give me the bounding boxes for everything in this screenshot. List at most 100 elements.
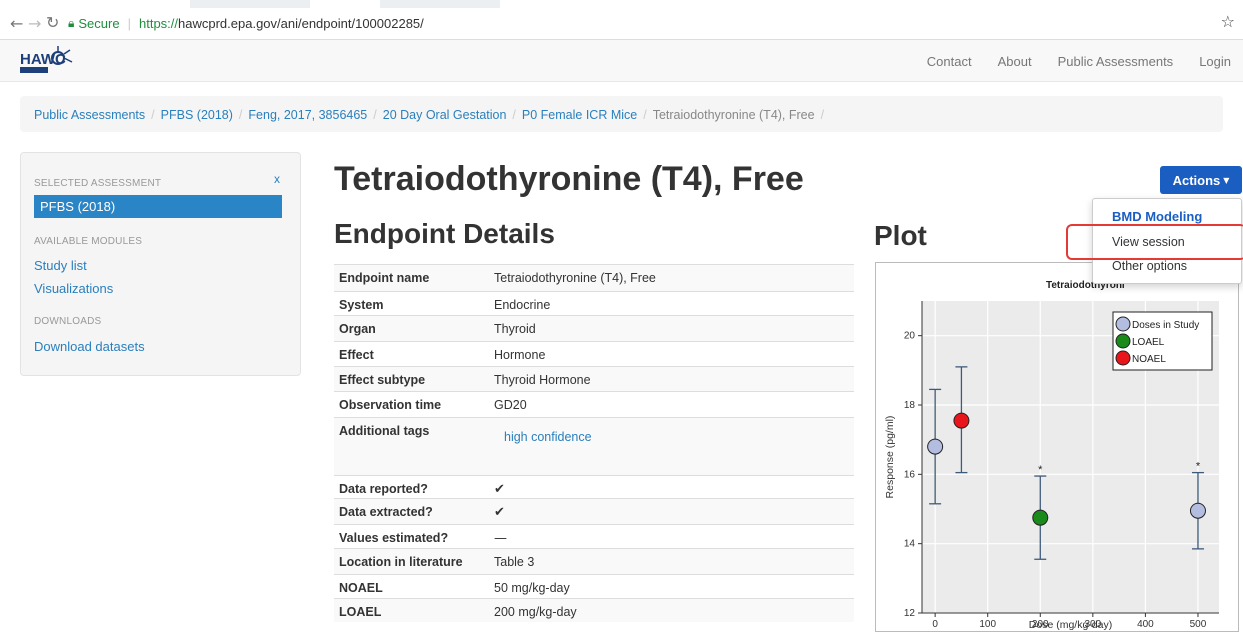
annotation-highlight bbox=[1066, 224, 1243, 260]
nav-link-about[interactable]: About bbox=[998, 54, 1032, 69]
breadcrumb-public-assessments[interactable]: Public Assessments bbox=[34, 108, 145, 122]
breadcrumb-current: Tetraiodothyronine (T4), Free bbox=[652, 108, 815, 122]
table-row: Location in literature Table 3 bbox=[334, 548, 854, 574]
y-tick-label: 16 bbox=[904, 469, 916, 480]
y-tick-label: 12 bbox=[904, 608, 916, 619]
dash-icon: — bbox=[494, 531, 507, 546]
secure-label: Secure bbox=[78, 15, 120, 31]
legend-label: LOAEL bbox=[1132, 337, 1165, 348]
row-value: Table 3 bbox=[494, 555, 535, 569]
nav-link-login[interactable]: Login bbox=[1199, 54, 1231, 69]
row-value: GD20 bbox=[494, 398, 527, 412]
actions-label: Actions bbox=[1172, 172, 1221, 188]
reload-icon[interactable]: ↻ bbox=[46, 13, 59, 32]
table-row: Effect Hormone bbox=[334, 341, 854, 366]
row-label: Data reported? bbox=[339, 482, 428, 496]
hawc-logo[interactable]: HAWC bbox=[20, 44, 90, 78]
selected-assessment-heading: SELECTED ASSESSMENT bbox=[34, 178, 162, 189]
y-tick-label: 20 bbox=[904, 331, 916, 342]
tag-link[interactable]: high confidence bbox=[504, 430, 592, 444]
legend-marker bbox=[1115, 316, 1131, 332]
row-label: Location in literature bbox=[339, 555, 463, 569]
endpoint-details-table: Endpoint name Tetraiodothyronine (T4), Fr… bbox=[334, 264, 854, 622]
row-label: Observation time bbox=[339, 398, 442, 412]
row-label: Values estimated? bbox=[339, 531, 449, 545]
breadcrumb-assessment[interactable]: PFBS (2018) bbox=[161, 108, 233, 122]
row-label: Additional tags bbox=[339, 424, 430, 438]
x-tick-label: 100 bbox=[979, 619, 996, 630]
significance-marker: * bbox=[1038, 464, 1043, 476]
sidebar-item-download-datasets[interactable]: Download datasets bbox=[34, 339, 145, 354]
legend-marker bbox=[1115, 350, 1131, 366]
table-row: NOAEL 50 mg/kg-day bbox=[334, 574, 854, 598]
row-value: 200 mg/kg-day bbox=[494, 605, 577, 619]
arrow-right-icon[interactable]: → bbox=[28, 14, 41, 33]
row-label: Organ bbox=[339, 322, 376, 336]
selected-assessment[interactable]: PFBS (2018) bbox=[34, 195, 282, 218]
sidebar-item-visualizations[interactable]: Visualizations bbox=[34, 281, 113, 296]
actions-button[interactable]: Actions ▼ bbox=[1160, 166, 1242, 194]
breadcrumb-separator: / bbox=[643, 108, 647, 122]
table-row: Observation time GD20 bbox=[334, 391, 854, 417]
table-row: System Endocrine bbox=[334, 291, 854, 315]
plot-heading: Plot bbox=[874, 220, 927, 251]
legend-label: Doses in Study bbox=[1132, 320, 1199, 331]
data-point bbox=[1032, 509, 1049, 526]
clear-assessment-button[interactable]: x bbox=[274, 172, 280, 186]
breadcrumb-study[interactable]: Feng, 2017, 3856465 bbox=[248, 108, 367, 122]
menu-item-other-options[interactable]: Other options bbox=[1112, 259, 1187, 273]
table-row: Data reported? ✔ bbox=[334, 475, 854, 498]
breadcrumb-experiment[interactable]: 20 Day Oral Gestation bbox=[383, 108, 507, 122]
x-tick-label: 0 bbox=[932, 619, 938, 630]
table-row: Organ Thyroid bbox=[334, 315, 854, 341]
breadcrumb-separator: / bbox=[512, 108, 516, 122]
breadcrumb-separator: / bbox=[238, 108, 243, 122]
url-protocol: https:// bbox=[138, 15, 179, 31]
nav-link-public-assessments[interactable]: Public Assessments bbox=[1058, 54, 1174, 69]
browser-tab[interactable] bbox=[190, 0, 310, 8]
row-label: NOAEL bbox=[339, 581, 383, 595]
app-navbar: HAWC Contact About Public Assessments Lo… bbox=[0, 40, 1243, 82]
x-tick-label: 400 bbox=[1137, 619, 1154, 630]
plot-svg: 0 100 200 300 400 5001214161820Tetraiodothyro… bbox=[884, 280, 1219, 631]
y-axis-label: Response (pg/ml) bbox=[884, 416, 896, 499]
downloads-heading: DOWNLOADS bbox=[34, 316, 102, 327]
page-title: Tetraiodothyronine (T4), Free bbox=[334, 160, 804, 198]
nav-link-contact[interactable]: Contact bbox=[927, 54, 972, 69]
row-value: Tetraiodothyronine (T4), Free bbox=[494, 271, 656, 285]
breadcrumb-separator: / bbox=[373, 108, 377, 122]
menu-header-bmd-modeling: BMD Modeling bbox=[1112, 209, 1203, 224]
endpoint-details-heading: Endpoint Details bbox=[334, 218, 555, 249]
table-row: Additional tags high confidence bbox=[334, 417, 854, 475]
row-value: Endocrine bbox=[494, 298, 551, 312]
browser-tab[interactable] bbox=[380, 0, 500, 8]
star-icon[interactable]: ☆ bbox=[1221, 12, 1235, 31]
address-separator: | bbox=[127, 15, 131, 31]
checkmark-icon: ✔ bbox=[494, 482, 505, 497]
checkmark-icon: ✔ bbox=[494, 505, 505, 520]
breadcrumb-animal-group[interactable]: P0 Female ICR Mice bbox=[522, 108, 637, 122]
y-tick-label: 18 bbox=[904, 400, 916, 411]
row-value: 50 mg/kg-day bbox=[494, 581, 570, 595]
x-tick-label: 500 bbox=[1190, 619, 1207, 630]
data-point bbox=[1189, 502, 1206, 519]
available-modules-heading: AVAILABLE MODULES bbox=[34, 236, 143, 247]
data-point bbox=[953, 412, 970, 429]
breadcrumb: Public Assessments / PFBS (2018) / Feng, 201… bbox=[20, 96, 1223, 132]
breadcrumb-separator: / bbox=[151, 108, 155, 122]
address-bar[interactable]: 🔒︎ Secure | https:// hawcprd.epa.gov/ani… bbox=[68, 11, 1238, 35]
table-row: Data extracted? ✔ bbox=[334, 498, 854, 524]
row-label: Endpoint name bbox=[339, 271, 430, 285]
table-row: LOAEL 200 mg/kg-day bbox=[334, 598, 854, 622]
row-value: Thyroid bbox=[494, 322, 536, 336]
arrow-left-icon[interactable]: ← bbox=[10, 14, 23, 33]
row-label: Data extracted? bbox=[339, 505, 433, 519]
breadcrumb-separator: / bbox=[820, 108, 825, 122]
x-axis-label: Dose (mg/kg-day) bbox=[1029, 619, 1112, 631]
sidebar-item-study-list[interactable]: Study list bbox=[34, 258, 87, 273]
table-row: Values estimated? — bbox=[334, 524, 854, 548]
navbar-links: Contact About Public Assessments Login bbox=[927, 54, 1231, 69]
row-label: LOAEL bbox=[339, 605, 382, 619]
browser-toolbar: ← → ↻ 🔒︎ Secure | https:// hawcprd.epa.g… bbox=[0, 0, 1243, 40]
row-value: Hormone bbox=[494, 348, 546, 362]
